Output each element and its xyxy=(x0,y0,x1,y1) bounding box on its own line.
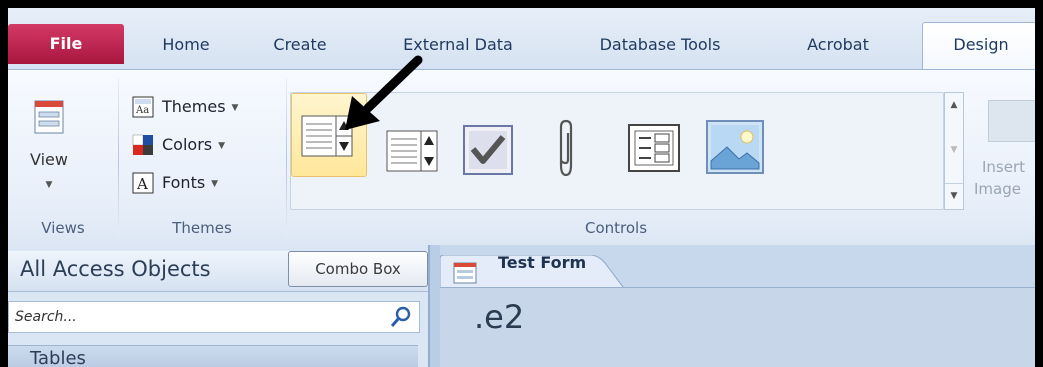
nav-search-box xyxy=(8,301,420,333)
controls-group-label: Controls xyxy=(584,219,648,237)
combo-box-icon xyxy=(301,115,353,157)
document-tab-label: Test Form xyxy=(498,253,587,272)
colors-icon xyxy=(132,134,153,155)
insert-image-label: Insert xyxy=(982,158,1026,176)
search-input[interactable] xyxy=(13,305,377,329)
picture-icon xyxy=(988,100,1035,142)
gallery-more-button[interactable]: ▼ xyxy=(945,183,963,208)
gallery-scroll: ▲ ▼ ▼ xyxy=(944,92,964,210)
themes-icon: Aa xyxy=(132,96,154,118)
themes-group-label: Themes xyxy=(172,219,232,237)
tab-create[interactable]: Create xyxy=(254,28,346,62)
tab-design[interactable]: Design xyxy=(922,22,1035,71)
chevron-down-icon: ▼ xyxy=(211,178,219,189)
list-box-control[interactable] xyxy=(385,129,441,173)
form-label-text: .e2 xyxy=(474,298,525,336)
scroll-down-button[interactable]: ▼ xyxy=(945,138,963,162)
screenshot-frame: File Home Create External Data Database … xyxy=(0,0,1043,367)
tables-group-header[interactable]: Tables xyxy=(8,345,418,367)
option-group-control[interactable] xyxy=(627,123,683,173)
tables-label: Tables xyxy=(30,348,86,367)
attachment-icon[interactable] xyxy=(553,119,579,179)
svg-text:Aa: Aa xyxy=(135,105,149,116)
view-label: View xyxy=(30,150,68,169)
group-divider xyxy=(286,78,287,238)
chevron-down-icon: ▼ xyxy=(45,180,53,190)
image-control[interactable] xyxy=(705,119,765,175)
check-box-control[interactable] xyxy=(461,123,515,177)
navigation-pane: All Access Objects Combo Box Tables xyxy=(8,245,430,367)
tab-file[interactable]: File xyxy=(8,24,124,64)
ribbon-design: View ▼ Views Aa Themes ▼ Colors ▼ A Font… xyxy=(8,69,1035,246)
view-button[interactable]: View ▼ xyxy=(14,82,112,210)
group-divider xyxy=(118,78,119,238)
themes-label: Themes xyxy=(162,97,226,116)
fonts-label: Fonts xyxy=(162,173,206,192)
svg-text:A: A xyxy=(136,175,148,193)
form-view-icon xyxy=(34,100,64,134)
chevron-down-icon: ▼ xyxy=(231,102,239,113)
views-group-label: Views xyxy=(41,219,85,237)
chevron-down-icon: ▼ xyxy=(218,140,226,151)
tab-database-tools[interactable]: Database Tools xyxy=(576,28,744,62)
insert-image-label-2: Image xyxy=(974,180,1021,198)
combo-box-tooltip: Combo Box xyxy=(288,251,428,287)
combo-box-control[interactable] xyxy=(291,93,367,177)
tab-home[interactable]: Home xyxy=(140,28,232,62)
document-area: Test Form .e2 xyxy=(440,245,1035,367)
controls-gallery xyxy=(290,92,944,210)
insert-image-button[interactable]: Insert Image xyxy=(972,100,1035,210)
search-icon[interactable] xyxy=(389,305,413,329)
colors-label: Colors xyxy=(162,135,213,154)
tab-acrobat[interactable]: Acrobat xyxy=(788,28,888,62)
form-design-surface[interactable]: .e2 xyxy=(440,287,1035,367)
workspace: All Access Objects Combo Box Tables xyxy=(8,245,1035,367)
scroll-up-button[interactable]: ▲ xyxy=(945,93,963,117)
fonts-icon: A xyxy=(132,172,154,194)
tab-external-data[interactable]: External Data xyxy=(378,28,538,62)
nav-pane-title: All Access Objects xyxy=(20,257,211,281)
access-window: File Home Create External Data Database … xyxy=(8,8,1035,367)
